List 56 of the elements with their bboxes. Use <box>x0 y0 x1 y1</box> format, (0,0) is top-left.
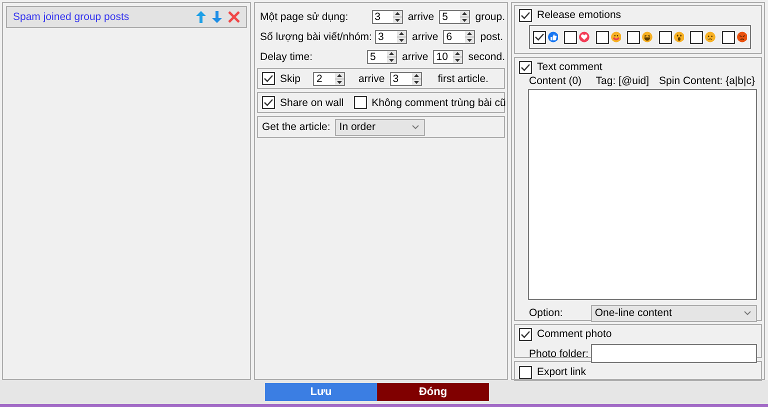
checkbox-label: Share on wall <box>280 96 344 108</box>
field-label: arrive <box>412 31 438 43</box>
close-button[interactable]: Đóng <box>377 383 489 401</box>
unit-label: first article. <box>438 72 488 84</box>
number-spinner[interactable]: 3 <box>390 72 422 86</box>
save-button[interactable]: Lưu <box>265 383 377 401</box>
number-spinner[interactable]: 3 <box>372 10 403 24</box>
number-spinner[interactable]: 5 <box>367 50 397 64</box>
field-label: Photo folder: <box>529 348 589 360</box>
number-spinner[interactable]: 5 <box>439 10 470 24</box>
field-label: Số lượng bài viết/nhóm: <box>259 31 370 43</box>
field-label: Get the article: <box>262 121 330 133</box>
unit-label: second. <box>468 51 505 63</box>
unit-label: group. <box>475 11 506 23</box>
checkbox[interactable] <box>690 30 704 44</box>
checkbox-label: Comment photo <box>537 328 612 340</box>
checkbox[interactable] <box>354 96 367 109</box>
field-label: Một page sử dụng: <box>259 11 350 23</box>
photo-folder-field[interactable] <box>590 344 757 363</box>
checkbox[interactable] <box>519 366 532 378</box>
checkbox[interactable] <box>519 60 532 74</box>
dropdown[interactable]: In order <box>335 118 426 136</box>
checkbox[interactable] <box>533 30 546 44</box>
checkbox[interactable] <box>262 96 275 109</box>
task-item[interactable]: Spam joined group posts <box>6 6 247 28</box>
field-label: Delay time: <box>259 51 314 63</box>
content-label: Content (0) <box>529 75 583 87</box>
number-spinner[interactable]: 2 <box>313 72 346 86</box>
checkbox[interactable] <box>262 72 275 85</box>
number-spinner[interactable]: 3 <box>375 30 407 44</box>
field-label: arrive <box>408 11 434 23</box>
checkbox-label: Export link <box>537 366 586 378</box>
checkbox[interactable] <box>519 8 532 22</box>
number-spinner[interactable]: 10 <box>433 50 464 64</box>
checkbox-label: Skip <box>280 72 300 84</box>
arrow-down-icon[interactable] <box>212 11 222 23</box>
checkbox[interactable] <box>564 30 578 44</box>
caret-icon[interactable] <box>412 124 420 130</box>
spin-hint: Spin Content: {a|b|c} <box>659 75 755 87</box>
unit-label: post. <box>480 31 504 43</box>
field-label: Option: <box>529 307 563 319</box>
delete-icon[interactable] <box>228 11 240 23</box>
caret-icon[interactable] <box>744 310 751 316</box>
number-spinner[interactable]: 6 <box>443 30 476 44</box>
checkbox[interactable] <box>658 30 672 44</box>
checkbox-label: Không comment trùng bài cũ <box>372 96 506 108</box>
tag-hint: Tag: [@uid] <box>596 75 650 87</box>
checkbox[interactable] <box>722 30 735 44</box>
checkbox-label: Text comment <box>537 61 602 73</box>
checkbox[interactable] <box>627 30 640 44</box>
checkbox[interactable] <box>596 30 609 44</box>
field-label: arrive <box>358 72 385 84</box>
field-label: arrive <box>402 51 428 63</box>
checkbox[interactable] <box>519 328 532 340</box>
dropdown[interactable]: One-line content <box>590 304 757 322</box>
checkbox-label: Release emotions <box>537 9 622 21</box>
